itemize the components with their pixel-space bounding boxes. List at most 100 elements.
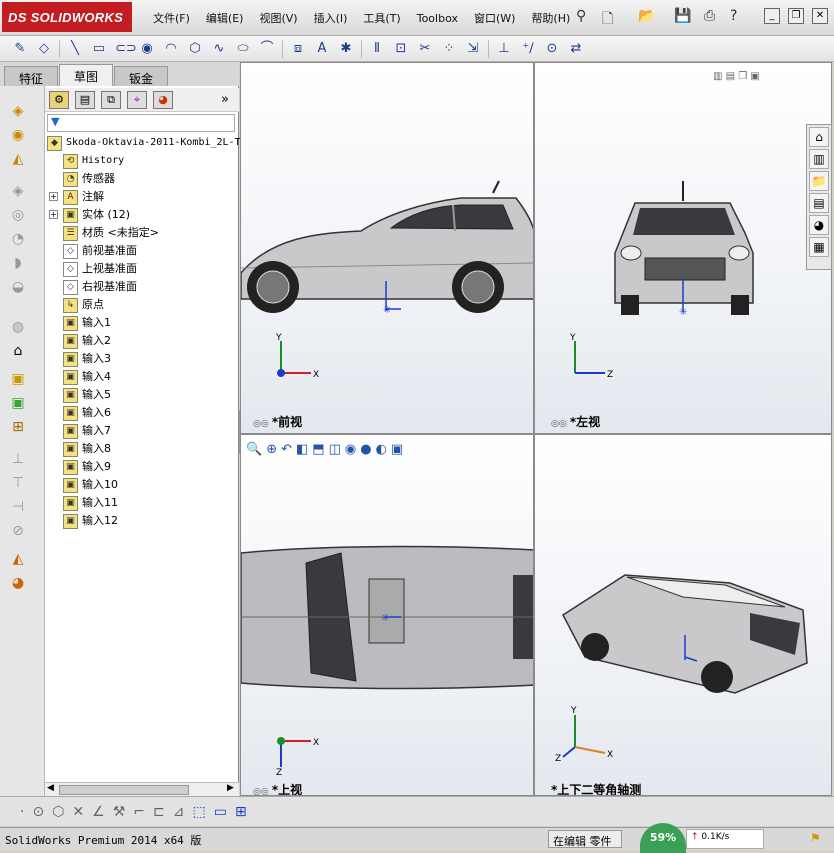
fillet-tool-icon[interactable]: ⊿ — [173, 804, 185, 820]
spline-icon[interactable]: ∿ — [211, 41, 227, 57]
fillet-feature-icon[interactable]: ◍ — [8, 318, 28, 336]
scene-icon[interactable]: ◐ — [376, 442, 387, 457]
tree-item[interactable]: ▣ 输入10 — [63, 476, 118, 494]
shell-icon[interactable]: ⊘ — [8, 522, 28, 540]
dimxpert-tab-icon[interactable]: ⌖ — [127, 91, 147, 109]
tree-item[interactable]: ▣ 输入3 — [63, 350, 111, 368]
tree-item[interactable]: ◇ 右视基准面 — [63, 278, 137, 296]
tree-item[interactable]: ↳ 原点 — [63, 296, 104, 314]
open-folder-icon[interactable]: 📂 — [638, 8, 655, 24]
feature-tree-tab-icon[interactable]: ⚙ — [49, 91, 69, 109]
tree-item[interactable]: ▣ 输入12 — [63, 512, 118, 530]
tree-item[interactable]: ▣ 输入6 — [63, 404, 111, 422]
move-entities-icon[interactable]: ⇲ — [465, 41, 481, 57]
swept-cut-icon[interactable]: ◔ — [8, 230, 28, 248]
tab-features[interactable]: 特征 — [4, 66, 59, 86]
viewport-left[interactable]: ✳ Y Z ◎◎ *左视 ▥ ▤ ❐ ▣ — [534, 62, 832, 434]
menu-tools[interactable]: 工具(T) — [355, 10, 408, 26]
save-icon[interactable]: 💾 — [674, 8, 691, 24]
tree-item[interactable]: ▣ 输入2 — [63, 332, 111, 350]
cross-tool-icon[interactable]: ✕ — [72, 804, 84, 820]
hide-show-icon[interactable]: ◉ — [345, 442, 356, 457]
rectangle-icon[interactable]: ▭ — [91, 41, 107, 57]
section-view-icon[interactable]: ◧ — [296, 442, 308, 457]
four-view-icon[interactable]: ⊞ — [235, 804, 247, 820]
menu-insert[interactable]: 插入(I) — [306, 10, 356, 26]
tree-item[interactable]: ◇ 前视基准面 — [63, 242, 137, 260]
point-tool-icon[interactable]: · — [20, 804, 24, 820]
tree-item[interactable]: ▣ 输入9 — [63, 458, 111, 476]
expand-panel-icon[interactable]: » — [221, 92, 229, 107]
trim-icon[interactable]: ✂ — [417, 41, 433, 57]
rapid-sketch-icon[interactable]: ⊙ — [544, 41, 560, 57]
tree-item[interactable]: ▣ 输入1 — [63, 314, 111, 332]
mirror-feature-icon[interactable]: ◭ — [8, 550, 28, 568]
tab-sketch[interactable]: 草图 — [59, 64, 114, 86]
line-icon[interactable]: ╲ — [67, 41, 83, 57]
tree-filter-input[interactable]: ▼ — [47, 114, 235, 132]
view-palette-icon[interactable]: ▤ — [809, 193, 829, 213]
view-settings-icon[interactable]: ▣ — [391, 442, 403, 457]
reference-geometry-icon[interactable]: ⌂ — [8, 342, 28, 360]
scroll-right-icon[interactable]: ▶ — [227, 783, 234, 793]
viewport-isometric[interactable]: Y X Z *上下二等角轴测 — [534, 434, 832, 796]
viewport-front[interactable]: ✳ Y X ◎◎ *前视 — [240, 62, 534, 434]
corner-tool-icon[interactable]: ⌐ — [133, 804, 145, 820]
viewport-top[interactable]: ✳ Z X ◎◎ *上视 — [240, 434, 534, 796]
menu-edit[interactable]: 编辑(E) — [198, 10, 252, 26]
file-explorer-icon[interactable]: 📁 — [809, 171, 829, 191]
horizontal-scrollbar[interactable]: ◀ ▶ — [45, 782, 239, 796]
zoom-to-area-icon[interactable]: ⊕ — [266, 442, 277, 457]
viewport-controls-icon[interactable]: ▥ ▤ ❐ ▣ — [713, 71, 760, 82]
convert-entities-icon[interactable]: ⊡ — [393, 41, 409, 57]
close-button[interactable]: ✕ — [812, 8, 828, 24]
rebuild-icon[interactable]: ⚑ — [810, 831, 821, 845]
menu-file[interactable]: 文件(F) — [145, 10, 198, 26]
help-icon[interactable]: ? — [730, 8, 737, 24]
polygon-icon[interactable]: ⬡ — [187, 41, 203, 57]
previous-view-icon[interactable]: ↶ — [281, 442, 292, 457]
menu-toolbox[interactable]: Toolbox — [409, 12, 466, 25]
rib-icon[interactable]: ⊞ — [8, 418, 28, 436]
draft-icon[interactable]: ⊣ — [8, 498, 28, 516]
property-manager-tab-icon[interactable]: ▤ — [75, 91, 95, 109]
menu-view[interactable]: 视图(V) — [251, 10, 305, 26]
extruded-boss-icon[interactable]: ◈ — [8, 102, 28, 120]
pattern-feature-icon[interactable]: ◕ — [8, 574, 28, 592]
circle-icon[interactable]: ◉ — [139, 41, 155, 57]
appearance-icon[interactable]: ● — [360, 442, 371, 457]
mirror-icon[interactable]: ⫴ — [369, 41, 385, 57]
design-library-icon[interactable]: ▥ — [809, 149, 829, 169]
curves-icon[interactable]: ▣ — [8, 370, 28, 388]
appearances-icon[interactable]: ◕ — [809, 215, 829, 235]
print-icon[interactable]: ⎙ — [704, 8, 715, 24]
arc-icon[interactable]: ◠ — [163, 41, 179, 57]
minimize-button[interactable]: _ — [764, 8, 780, 24]
text-icon[interactable]: A — [314, 41, 330, 57]
tree-item[interactable]: ☰ 材质 <未指定> — [63, 224, 159, 242]
revolved-cut-icon[interactable]: ◎ — [8, 206, 28, 224]
sketch-icon[interactable]: ✎ — [12, 41, 28, 57]
configuration-manager-tab-icon[interactable]: ⧉ — [101, 91, 121, 109]
solidworks-logo[interactable]: DS SOLIDWORKS — [2, 2, 132, 32]
dome-icon[interactable]: ⊤ — [8, 474, 28, 492]
tree-item[interactable]: ▣ 输入8 — [63, 440, 111, 458]
polygon-tool-icon[interactable]: ⬡ — [52, 804, 64, 820]
custom-properties-icon[interactable]: ▦ — [809, 237, 829, 257]
linear-pattern-icon[interactable]: ⁘ — [441, 41, 457, 57]
display-manager-tab-icon[interactable]: ◕ — [153, 91, 173, 109]
fillet-icon[interactable]: ⌒ — [259, 41, 275, 57]
new-document-icon[interactable]: 🗋 — [602, 8, 613, 32]
restore-button[interactable]: ❐ — [788, 8, 804, 24]
tree-item[interactable]: ▣ 输入4 — [63, 368, 111, 386]
ellipse-icon[interactable]: ⬭ — [235, 41, 251, 57]
wrap-icon[interactable]: ⊥ — [8, 450, 28, 468]
zoom-to-fit-icon[interactable]: 🔍 — [246, 442, 262, 457]
tree-item[interactable]: ◔ 传感器 — [63, 170, 115, 188]
menu-window[interactable]: 窗口(W) — [466, 10, 523, 26]
lofted-cut-icon[interactable]: ◗ — [8, 254, 28, 272]
extruded-cut-icon[interactable]: ◈ — [8, 182, 28, 200]
offset-icon[interactable]: ⧈ — [290, 41, 306, 57]
cube-tool-icon[interactable]: ⬚ — [192, 804, 205, 820]
point-icon[interactable]: ✱ — [338, 41, 354, 57]
